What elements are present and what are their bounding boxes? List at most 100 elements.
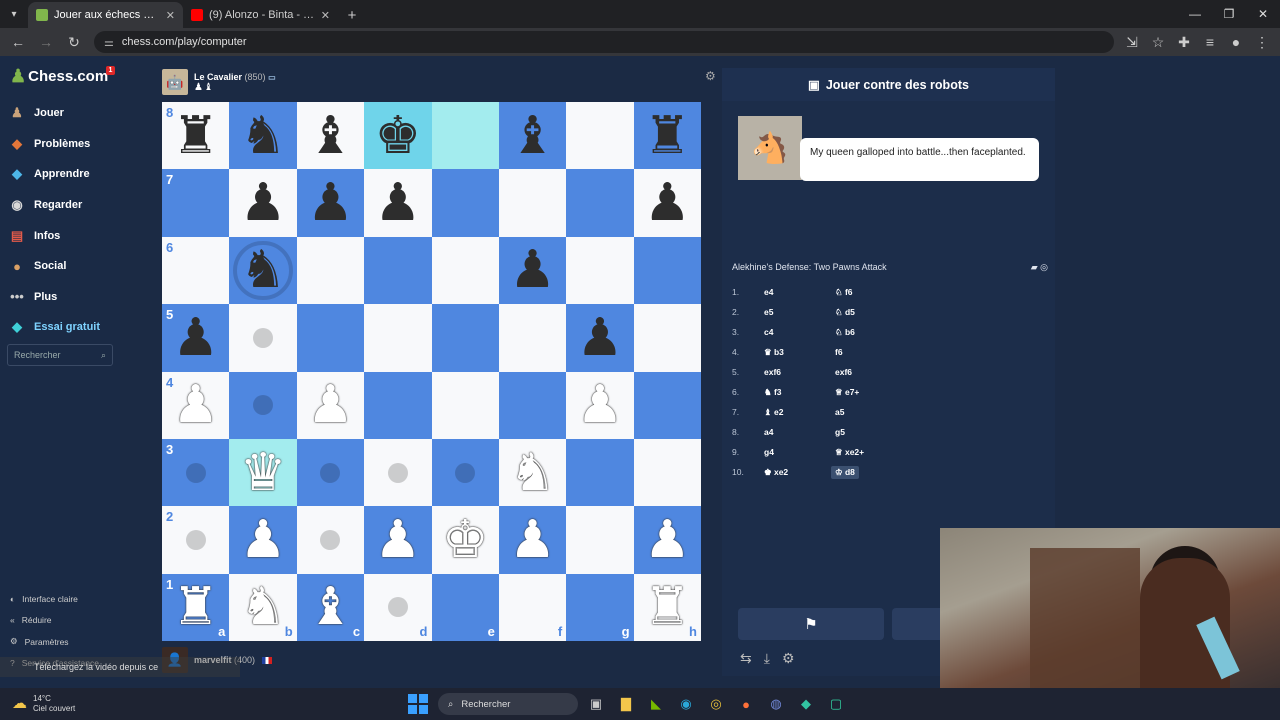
black-move[interactable]: ♘ b6 <box>831 326 859 339</box>
black-bishop-icon[interactable]: ♝ <box>509 110 556 162</box>
extensions-icon[interactable]: ✚ <box>1172 30 1196 54</box>
minimize-icon[interactable]: — <box>1178 0 1212 28</box>
book-icon[interactable]: ▰ <box>1031 262 1038 272</box>
square-f7[interactable] <box>498 169 567 237</box>
square-e5[interactable] <box>431 304 499 372</box>
nvidia-icon[interactable]: ◣ <box>644 692 668 716</box>
discord-icon[interactable]: ◍ <box>764 692 788 716</box>
square-d8[interactable]: ♚ <box>364 102 432 170</box>
square-f5[interactable] <box>498 304 567 372</box>
white-knight-icon[interactable]: ♞ <box>509 447 556 499</box>
legal-move-dot[interactable] <box>253 395 274 416</box>
square-h4[interactable] <box>633 371 701 439</box>
white-move[interactable]: e4 <box>764 287 831 297</box>
square-h8[interactable]: ♜ <box>633 102 701 170</box>
square-e6[interactable] <box>431 236 499 305</box>
white-move[interactable]: g4 <box>764 447 831 457</box>
share-icon[interactable]: ⇆ <box>740 650 752 667</box>
square-c7[interactable]: ♟ <box>296 169 365 237</box>
sidebar-item-problèmes[interactable]: ◆ Problèmes <box>0 129 120 160</box>
white-move[interactable]: e5 <box>764 307 831 317</box>
sidebar-item-regarder[interactable]: ◉ Regarder <box>0 190 120 221</box>
explorer-icon[interactable]: ◎ <box>1040 262 1048 272</box>
edge-icon[interactable]: ◉ <box>674 692 698 716</box>
sidebar-bottom-1[interactable]: ◐ Interface claire <box>0 588 120 610</box>
white-move[interactable]: ♞ f3 <box>764 387 831 398</box>
black-pawn-icon[interactable]: ♟ <box>577 312 624 364</box>
weather-widget[interactable]: ☁ 14°C Ciel couvert <box>0 694 200 714</box>
taskbar-search[interactable]: ⌕ Rechercher <box>438 693 578 715</box>
white-rook-icon[interactable]: ♜ <box>644 581 691 633</box>
profile-icon[interactable]: ● <box>1224 30 1248 54</box>
black-pawn-icon[interactable]: ♟ <box>307 177 354 229</box>
square-e2[interactable]: ♚ <box>431 506 499 574</box>
forward-icon[interactable]: → <box>34 30 58 54</box>
media-icon[interactable]: ≡ <box>1198 30 1222 54</box>
board-settings-gear-icon[interactable]: ⚙ <box>705 69 716 83</box>
back-icon[interactable]: ← <box>6 30 30 54</box>
legal-move-dot[interactable] <box>185 529 206 550</box>
white-pawn-icon[interactable]: ♟ <box>307 379 354 431</box>
square-b6[interactable]: ♞ <box>229 236 297 305</box>
black-pawn-icon[interactable]: ♟ <box>644 177 691 229</box>
sidebar-item-social[interactable]: ● Social <box>0 251 120 282</box>
square-b7[interactable]: ♟ <box>229 169 297 237</box>
square-a8[interactable]: 8 ♜ <box>162 102 230 170</box>
black-move[interactable]: f6 <box>831 346 847 358</box>
square-e1[interactable]: e <box>431 573 499 641</box>
chrome-icon[interactable]: ◎ <box>704 692 728 716</box>
sidebar-item-plus[interactable]: ••• Plus <box>0 282 120 313</box>
square-a4[interactable]: 4 ♟ <box>162 371 230 439</box>
black-move[interactable]: a5 <box>831 406 848 418</box>
black-pawn-icon[interactable]: ♟ <box>509 244 556 296</box>
opponent-username[interactable]: Le Cavalier <box>194 72 242 82</box>
black-rook-icon[interactable]: ♜ <box>172 110 219 162</box>
square-c1[interactable]: c ♝ <box>296 573 365 641</box>
tab-close-icon[interactable]: ✕ <box>321 9 330 22</box>
sidebar-item-jouer[interactable]: ♟ Jouer <box>0 98 120 129</box>
square-g8[interactable] <box>566 102 634 170</box>
square-g6[interactable] <box>566 236 634 305</box>
square-g4[interactable]: ♟ <box>566 371 634 439</box>
restore-icon[interactable]: ❐ <box>1212 0 1246 28</box>
legal-move-dot[interactable] <box>455 462 476 483</box>
black-king-icon[interactable]: ♚ <box>375 110 422 162</box>
square-d4[interactable] <box>364 371 432 439</box>
sidebar-item-infos[interactable]: ▤ Infos <box>0 220 120 251</box>
sidebar-search-input[interactable]: Rechercher ⌕ <box>7 344 113 366</box>
sidebar-bottom-3[interactable]: ⚙ Paramètres <box>0 631 120 653</box>
square-b8[interactable]: ♞ <box>229 102 297 170</box>
square-h2[interactable]: ♟ <box>633 506 701 574</box>
legal-move-dot[interactable] <box>253 327 274 348</box>
square-a6[interactable]: 6 <box>162 236 230 305</box>
close-icon[interactable]: ✕ <box>1246 0 1280 28</box>
white-pawn-icon[interactable]: ♟ <box>577 379 624 431</box>
black-move[interactable]: exf6 <box>831 366 856 378</box>
square-f6[interactable]: ♟ <box>498 236 567 305</box>
square-f1[interactable]: f <box>498 573 567 641</box>
square-d1[interactable]: d <box>364 573 432 641</box>
legal-move-dot[interactable] <box>320 462 341 483</box>
square-h5[interactable] <box>633 304 701 372</box>
site-info-icon[interactable]: ⚌ <box>104 36 114 49</box>
white-queen-icon[interactable]: ♛ <box>240 447 287 499</box>
square-e8[interactable] <box>431 102 499 170</box>
install-icon[interactable]: ⇲ <box>1120 30 1144 54</box>
black-rook-icon[interactable]: ♜ <box>644 110 691 162</box>
square-d5[interactable] <box>364 304 432 372</box>
chess-board[interactable]: 8 ♜ ♞ ♝ ♚ ♝ ♜ 7 ♟ ♟ ♟ ♟ 6 ♞ ♟ 5 ♟ ♟ 4 ♟ ♟ ♟ 3 ♛ ♞ 2 ♟ ♟ ♚ ♟ ♟ 1 a ♜ b ♞ c ♝ d e… <box>162 102 701 641</box>
black-pawn-icon[interactable]: ♟ <box>240 177 287 229</box>
square-a7[interactable]: 7 <box>162 169 230 237</box>
menu-icon[interactable]: ⋮ <box>1250 30 1274 54</box>
white-rook-icon[interactable]: ♜ <box>172 581 219 633</box>
white-move[interactable]: c4 <box>764 327 831 337</box>
square-e7[interactable] <box>431 169 499 237</box>
black-move[interactable]: ♔ d8 <box>831 465 859 479</box>
notification-badge[interactable]: 1 <box>106 66 115 75</box>
white-pawn-icon[interactable]: ♟ <box>375 514 422 566</box>
square-g2[interactable] <box>566 506 634 574</box>
square-c2[interactable] <box>296 506 365 574</box>
square-d6[interactable] <box>364 236 432 305</box>
square-h6[interactable] <box>633 236 701 305</box>
square-d7[interactable]: ♟ <box>364 169 432 237</box>
